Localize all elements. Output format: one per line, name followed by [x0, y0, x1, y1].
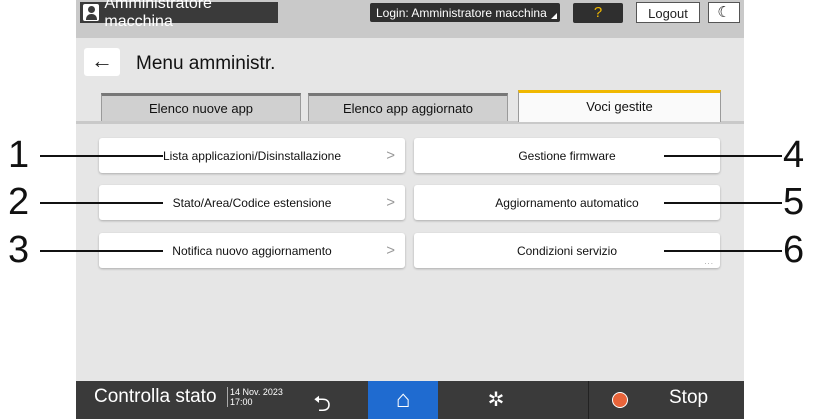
callout-line-6 [664, 250, 782, 252]
date-time: 14 Nov. 2023 17:00 [227, 387, 283, 407]
user-label: Amministratore macchina [104, 0, 212, 30]
stop-icon[interactable] [588, 381, 649, 419]
callout-6: 6 [783, 229, 805, 271]
callout-2: 2 [8, 181, 30, 223]
callout-5: 5 [783, 181, 805, 223]
tab-bar: Elenco nuove app Elenco app aggiornato V… [76, 89, 744, 124]
more-icon: ... [704, 257, 714, 266]
check-status-button[interactable]: Controlla stato [94, 386, 217, 408]
user-indicator[interactable]: Amministratore macchina [80, 0, 278, 30]
callout-4: 4 [783, 134, 805, 176]
home-icon[interactable]: ⌂ [368, 381, 438, 419]
help-button[interactable]: ? [573, 3, 623, 23]
item-label: Notifica nuovo aggiornamento [172, 243, 332, 258]
page-header: ← Menu amministr. [76, 38, 744, 86]
date-label: 14 Nov. 2023 [230, 387, 283, 397]
callout-1: 1 [8, 134, 30, 176]
callout-3: 3 [8, 229, 30, 271]
item-label: Lista applicazioni/Disinstallazione [162, 148, 342, 163]
corner-resize-icon [551, 13, 557, 19]
device-screen: Amministratore macchina Login: Amministr… [76, 0, 744, 419]
bottom-bar: Controlla stato 14 Nov. 2023 17:00 ⮌ ⌂ ✲… [76, 381, 744, 419]
top-status-bar: Amministratore macchina Login: Amministr… [76, 0, 744, 38]
callout-line-3 [40, 250, 163, 252]
chevron-right-icon: > [386, 147, 395, 164]
tab-updated-apps[interactable]: Elenco app aggiornato [308, 93, 508, 121]
chevron-right-icon: > [386, 194, 395, 211]
dark-mode-icon[interactable]: ☾ [708, 2, 740, 23]
item-label: Gestione firmware [518, 148, 616, 163]
item-label: Condizioni servizio [516, 243, 618, 258]
login-label: Login: Amministratore macchina [376, 5, 547, 20]
callout-line-1 [40, 155, 163, 157]
back-button[interactable]: ← [84, 48, 120, 76]
user-icon [83, 4, 100, 21]
item-label: Stato/Area/Codice estensione [172, 195, 332, 210]
back-arrow-icon[interactable]: ⮌ [302, 387, 342, 419]
callout-line-4 [664, 155, 782, 157]
page-title: Menu amministr. [136, 53, 276, 74]
stop-button[interactable]: Stop [669, 387, 708, 409]
callout-line-2 [40, 202, 163, 204]
tab-managed-items[interactable]: Voci gestite [518, 90, 721, 122]
time-label: 17:00 [230, 397, 253, 407]
logout-button[interactable]: Logout [636, 2, 700, 23]
login-status[interactable]: Login: Amministratore macchina [370, 3, 560, 22]
settings-gear-icon[interactable]: ✲ [481, 387, 511, 412]
callout-line-5 [664, 202, 782, 204]
tab-new-apps[interactable]: Elenco nuove app [101, 93, 301, 121]
stop-circle-icon [612, 392, 628, 408]
chevron-right-icon: > [386, 242, 395, 259]
item-label: Aggiornamento automatico [495, 195, 639, 210]
